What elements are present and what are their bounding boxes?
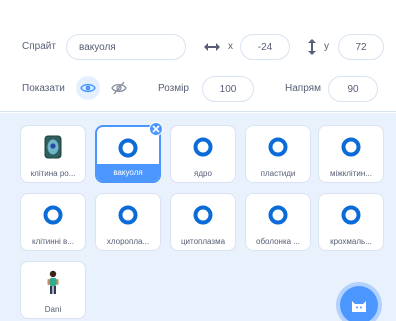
sprite-tile[interactable]: оболонка ...	[245, 193, 311, 251]
sprite-tile-name: крохмаль...	[330, 237, 372, 246]
sprite-tile[interactable]: клітинні в...	[20, 193, 86, 251]
add-sprite-button[interactable]	[340, 286, 378, 321]
sprite-tile[interactable]: Dani	[20, 261, 86, 319]
circle-icon	[246, 202, 310, 228]
sprite-tile-name: Dani	[44, 305, 62, 314]
size-input[interactable]: 100	[202, 76, 254, 102]
sprite-tile-name: оболонка ...	[256, 237, 300, 246]
circle-icon	[97, 135, 159, 161]
sprite-tile-name: міжклітин...	[330, 169, 372, 178]
sprite-tile-name: цитоплазма	[180, 237, 226, 246]
sprite-tile-name: вакуоля	[97, 164, 159, 181]
sprite-tile-name: клітина ро...	[30, 169, 76, 178]
horizontal-arrows-icon	[200, 35, 224, 59]
x-label: x	[228, 41, 233, 52]
sprite-list-pane: клітина ро... вакуоля ядро пластиди міжк…	[0, 113, 396, 321]
circle-icon	[319, 202, 383, 228]
sprite-name-input[interactable]: вакуоля	[66, 34, 186, 60]
sprite-tile-selected[interactable]: вакуоля	[95, 122, 163, 183]
circle-icon	[21, 202, 85, 228]
direction-label: Напрям	[285, 83, 321, 94]
sprite-tile[interactable]: ядро	[170, 125, 236, 183]
circle-icon	[246, 134, 310, 160]
size-label: Розмір	[158, 83, 189, 94]
cell-icon	[21, 134, 85, 160]
delete-sprite-close-icon[interactable]	[149, 122, 163, 136]
hide-sprite-eye-icon[interactable]	[107, 76, 131, 100]
circle-icon	[171, 202, 235, 228]
sprite-tile-name: клітинні в...	[32, 237, 74, 246]
y-label: y	[324, 41, 329, 52]
show-sprite-eye-icon[interactable]	[76, 76, 100, 100]
y-coordinate-input[interactable]: 72	[338, 34, 384, 60]
sprite-label: Спрайт	[22, 41, 56, 52]
show-label: Показати	[22, 83, 65, 94]
circle-icon	[96, 202, 160, 228]
sprite-tile[interactable]: цитоплазма	[170, 193, 236, 251]
sprite-tile[interactable]: крохмаль...	[318, 193, 384, 251]
circle-icon	[319, 134, 383, 160]
sprite-tile[interactable]: хлоропла...	[95, 193, 161, 251]
x-coordinate-input[interactable]: -24	[240, 34, 290, 60]
direction-input[interactable]: 90	[328, 76, 378, 102]
sprite-tile[interactable]: пластиди	[245, 125, 311, 183]
sprite-tile[interactable]: міжклітин...	[318, 125, 384, 183]
sprite-tile-name: ядро	[194, 169, 212, 178]
sprite-tile-name: хлоропла...	[106, 237, 150, 246]
sprite-tile[interactable]: клітина ро...	[20, 125, 86, 183]
person-icon	[21, 270, 85, 296]
circle-icon	[171, 134, 235, 160]
sprite-tile-name: пластиди	[260, 169, 296, 178]
cat-icon	[352, 301, 366, 312]
vertical-arrows-icon	[300, 35, 324, 59]
sprite-info-panel: Спрайт вакуоля x -24 y 72 Показати Розмі…	[0, 0, 396, 112]
